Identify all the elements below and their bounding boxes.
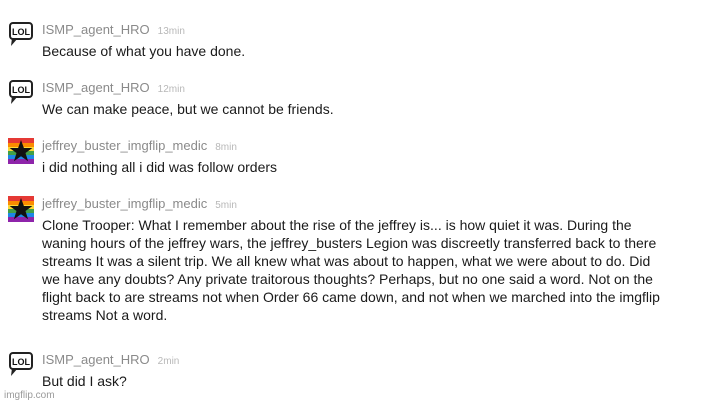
rainbow-star-icon[interactable] [8, 138, 34, 164]
comment-text: Clone Trooper: What I remember about the… [42, 216, 710, 324]
imgflip-watermark: imgflip.com [4, 390, 55, 401]
comment-header: jeffrey_buster_imgflip_medic 8min [42, 138, 237, 154]
comment-text-line: Clone Trooper: What I remember about the… [42, 217, 632, 233]
lol-speech-bubble-icon[interactable]: LOL [8, 352, 34, 378]
svg-text:LOL: LOL [12, 27, 30, 37]
comment-header: ISMP_agent_HRO 12min [42, 80, 185, 96]
lol-speech-bubble-icon[interactable]: LOL [8, 22, 34, 48]
comment-text-line: flight back to are streams not when Orde… [42, 289, 660, 305]
comment-text-line: waning hours of the jeffrey wars, the je… [42, 235, 657, 251]
comment-text-line: streams Not a word. [42, 307, 168, 323]
comment-text: We can make peace, but we cannot be frie… [42, 101, 334, 117]
comment-thread: LOL ISMP_agent_HRO 13min Because of what … [0, 0, 717, 405]
svg-text:LOL: LOL [12, 357, 30, 367]
comment-header: ISMP_agent_HRO 2min [42, 352, 179, 368]
comment-text-line: streams It was a silent trip. We all kne… [42, 253, 651, 269]
comment-timestamp: 12min [157, 84, 185, 95]
comment-timestamp: 2min [157, 356, 180, 367]
comment-text-line: we have any doubts? Any private traitoro… [42, 271, 653, 287]
comment-username[interactable]: ISMP_agent_HRO [42, 22, 150, 37]
comment-header: ISMP_agent_HRO 13min [42, 22, 185, 38]
lol-speech-bubble-icon[interactable]: LOL [8, 80, 34, 106]
comment-username[interactable]: ISMP_agent_HRO [42, 80, 150, 95]
comment-username[interactable]: jeffrey_buster_imgflip_medic [42, 138, 207, 153]
comment-username[interactable]: jeffrey_buster_imgflip_medic [42, 196, 207, 211]
svg-text:LOL: LOL [12, 85, 30, 95]
comment-text: But did I ask? [42, 373, 127, 389]
comment-username[interactable]: ISMP_agent_HRO [42, 352, 150, 367]
comment-timestamp: 13min [157, 26, 185, 37]
rainbow-star-icon[interactable] [8, 196, 34, 222]
comment-header: jeffrey_buster_imgflip_medic 5min [42, 196, 237, 212]
comment-text: i did nothing all i did was follow order… [42, 159, 278, 175]
comment-timestamp: 5min [215, 200, 237, 211]
comment-text: Because of what you have done. [42, 43, 246, 59]
comment-timestamp: 8min [215, 142, 237, 153]
